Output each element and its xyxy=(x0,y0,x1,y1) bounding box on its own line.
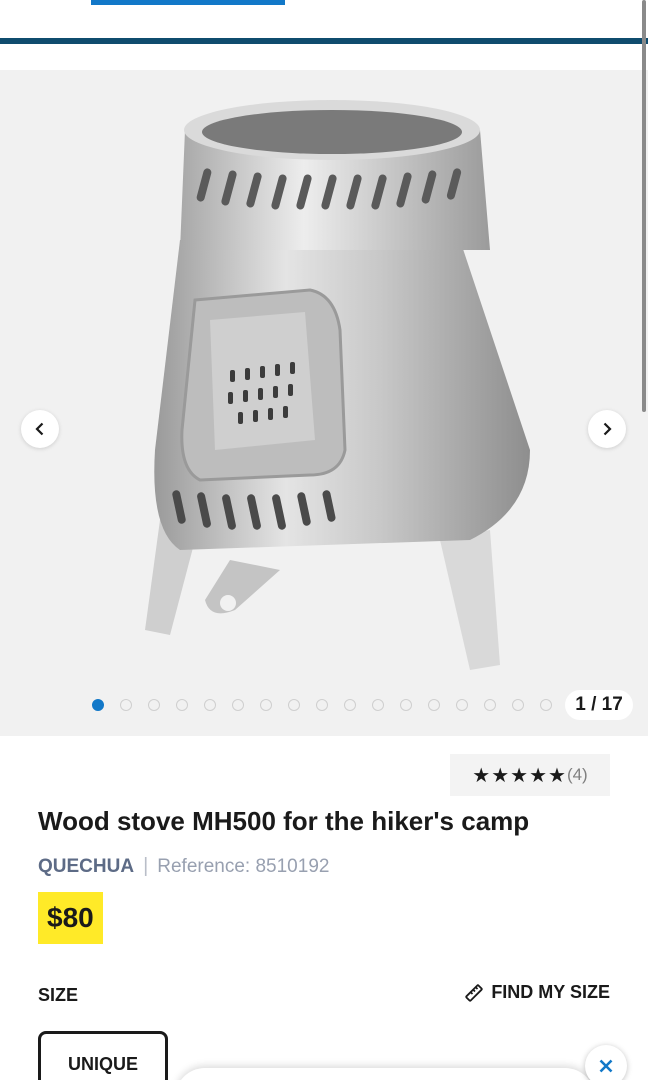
gallery-dot[interactable] xyxy=(232,699,244,711)
gallery-dot[interactable] xyxy=(92,699,104,711)
chevron-left-icon xyxy=(35,422,44,436)
chevron-right-icon xyxy=(603,422,612,436)
gallery-pagination-dots xyxy=(92,699,552,711)
gallery-dot[interactable] xyxy=(288,699,300,711)
gallery-dot[interactable] xyxy=(316,699,328,711)
gallery-next-button[interactable] xyxy=(588,410,626,448)
product-image xyxy=(145,100,530,670)
brand-separator: | xyxy=(143,855,149,877)
gallery-dot[interactable] xyxy=(120,699,132,711)
brand-reference-line: QUECHUA | Reference: 8510192 xyxy=(38,855,329,878)
size-option-unique[interactable]: UNIQUE xyxy=(38,1031,168,1080)
price-badge: $80 xyxy=(38,892,103,944)
find-my-size-link[interactable]: FIND MY SIZE xyxy=(464,982,610,1003)
gallery-dot[interactable] xyxy=(512,699,524,711)
header-divider xyxy=(0,38,648,44)
gallery-dot[interactable] xyxy=(456,699,468,711)
gallery-dot[interactable] xyxy=(540,699,552,711)
gallery-dot[interactable] xyxy=(344,699,356,711)
gallery-dot[interactable] xyxy=(148,699,160,711)
page-scrollbar[interactable] xyxy=(640,0,648,1080)
gallery-dot[interactable] xyxy=(428,699,440,711)
close-button[interactable] xyxy=(585,1045,627,1080)
gallery-counter: 1 / 17 xyxy=(565,690,633,720)
gallery-dot[interactable] xyxy=(204,699,216,711)
rating-stars: ★★★★★ xyxy=(472,764,567,787)
gallery-dot[interactable] xyxy=(400,699,412,711)
active-tab-indicator xyxy=(91,0,285,5)
product-reference: Reference: 8510192 xyxy=(157,855,330,877)
gallery-dot[interactable] xyxy=(260,699,272,711)
gallery-dot[interactable] xyxy=(372,699,384,711)
brand-name[interactable]: QUECHUA xyxy=(38,856,134,878)
gallery-prev-button[interactable] xyxy=(21,410,59,448)
product-rating[interactable]: ★★★★★ (4) xyxy=(450,754,610,796)
gallery-dot[interactable] xyxy=(176,699,188,711)
close-icon xyxy=(599,1059,613,1073)
find-my-size-label: FIND MY SIZE xyxy=(491,982,610,1002)
scrollbar-thumb[interactable] xyxy=(642,0,646,412)
product-title: Wood stove MH500 for the hiker's camp xyxy=(38,806,530,836)
bottom-action-bar[interactable] xyxy=(175,1068,595,1080)
ruler-icon xyxy=(465,983,483,1002)
gallery-dot[interactable] xyxy=(484,699,496,711)
product-gallery[interactable]: 1 / 17 xyxy=(0,70,648,736)
review-count: (4) xyxy=(566,765,588,784)
size-label: SIZE xyxy=(38,985,79,1005)
